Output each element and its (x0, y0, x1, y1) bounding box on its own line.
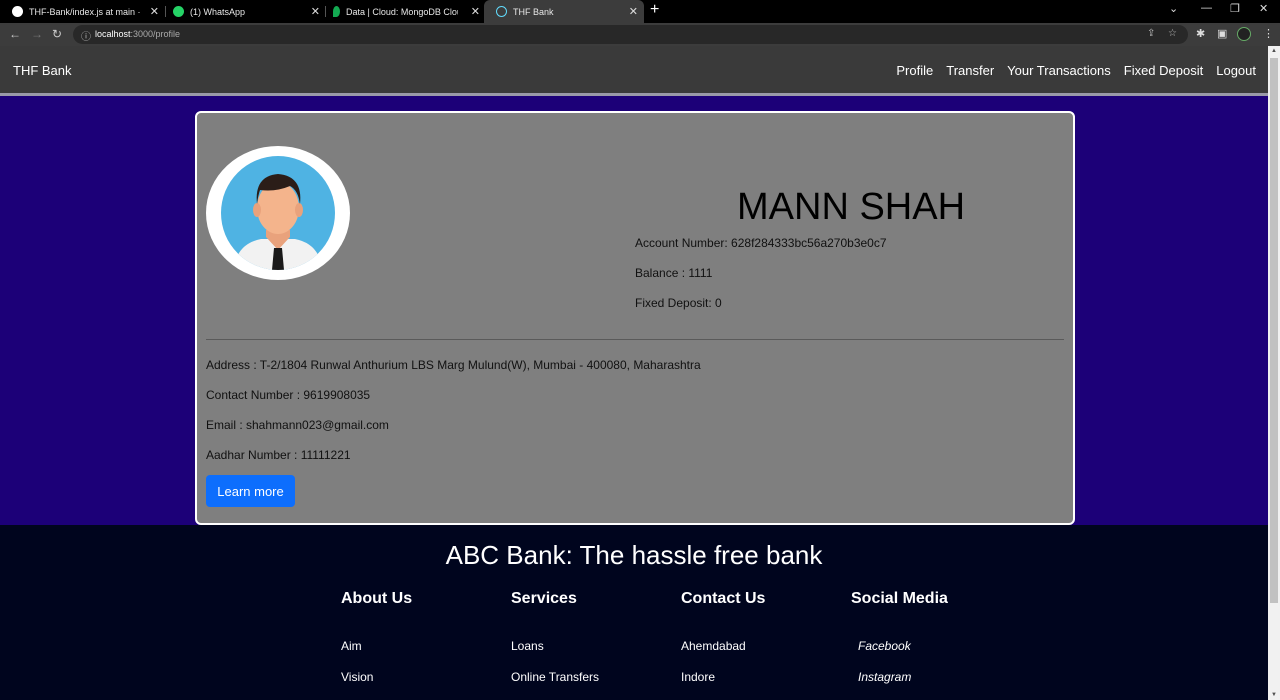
restore-icon[interactable]: ❐ (1230, 2, 1240, 15)
url-text: localhost:3000/profile (95, 29, 181, 39)
account-number: Account Number: 628f284333bc56a270b3e0c7 (635, 236, 887, 250)
footer-column-social: Social Media Facebook Instagram (851, 590, 948, 684)
tab-title: (1) WhatsApp (190, 6, 246, 17)
scroll-up-arrow-icon[interactable]: ▲ (1271, 48, 1277, 54)
brand-logo[interactable]: THF Bank (13, 63, 72, 78)
mongodb-icon (333, 6, 340, 17)
close-icon[interactable]: ✕ (629, 5, 638, 18)
footer-column-services: Services Loans Online Transfers (511, 590, 599, 684)
footer-heading: Services (511, 590, 577, 607)
new-tab-icon[interactable]: + (650, 1, 659, 19)
email: Email : shahmann023@gmail.com (206, 418, 389, 432)
menu-kebab-icon[interactable]: ⋮ (1263, 27, 1274, 40)
nav-link-transactions[interactable]: Your Transactions (1007, 63, 1111, 78)
user-avatar-illustration (221, 156, 335, 270)
avatar (206, 146, 350, 280)
address: Address : T-2/1804 Runwal Anthurium LBS … (206, 358, 701, 372)
divider (206, 339, 1064, 340)
forward-icon[interactable]: → (31, 27, 43, 41)
close-icon[interactable]: ✕ (311, 5, 320, 18)
tab-mongodb[interactable]: Data | Cloud: MongoDB Cloud ✕ (321, 0, 486, 23)
footer-link-online-transfers[interactable]: Online Transfers (511, 670, 599, 684)
nav-link-fixed-deposit[interactable]: Fixed Deposit (1124, 63, 1203, 78)
nav-link-logout[interactable]: Logout (1216, 63, 1256, 78)
site-info-icon[interactable]: ⓘ (81, 28, 91, 43)
window-close-icon[interactable]: ✕ (1259, 2, 1268, 15)
browser-toolbar: ← → ↻ ⓘ localhost:3000/profile ⇪ ☆ ✱ ▣ ⋮ (0, 23, 1280, 46)
minimize-icon[interactable]: — (1201, 2, 1212, 14)
tab-whatsapp[interactable]: (1) WhatsApp ✕ (161, 0, 326, 23)
footer-link-facebook[interactable]: Facebook (858, 639, 911, 653)
fixed-deposit: Fixed Deposit: 0 (635, 296, 722, 310)
profile-name: MANN SHAH (737, 186, 966, 228)
extensions-icon[interactable]: ✱ (1196, 27, 1205, 40)
github-icon (12, 6, 23, 17)
footer-link-indore[interactable]: Indore (681, 670, 715, 684)
browser-tab-strip: THF-Bank/index.js at main · Parth ✕ (1) … (0, 0, 1280, 23)
footer-link-vision[interactable]: Vision (341, 670, 373, 684)
scroll-down-arrow-icon[interactable]: ▼ (1271, 692, 1277, 698)
close-icon[interactable]: ✕ (150, 5, 159, 18)
footer-link-ahemdabad[interactable]: Ahemdabad (681, 639, 746, 653)
tab-title: THF-Bank/index.js at main · Parth (29, 6, 141, 17)
footer-heading: About Us (341, 590, 413, 607)
footer-link-instagram[interactable]: Instagram (858, 670, 911, 684)
site-navbar: THF Bank Profile Transfer Your Transacti… (0, 46, 1268, 96)
bookmark-star-icon[interactable]: ☆ (1168, 28, 1177, 39)
whatsapp-icon (173, 6, 184, 17)
profile-avatar-icon[interactable] (1237, 27, 1251, 41)
profile-card: MANN SHAH Account Number: 628f284333bc56… (195, 111, 1075, 525)
footer-column-contact: Contact Us Ahemdabad Indore (681, 590, 766, 684)
footer-title: ABC Bank: The hassle free bank (445, 540, 823, 570)
aadhar-number: Aadhar Number : 11111221 (206, 448, 351, 462)
tab-github[interactable]: THF-Bank/index.js at main · Parth ✕ (0, 0, 165, 23)
footer-link-loans[interactable]: Loans (511, 639, 544, 653)
nav-link-profile[interactable]: Profile (896, 63, 933, 78)
learn-more-button[interactable]: Learn more (206, 475, 295, 507)
close-icon[interactable]: ✕ (471, 5, 480, 18)
footer-heading: Social Media (851, 590, 948, 607)
react-icon (496, 6, 507, 17)
tab-thf-bank[interactable]: THF Bank ✕ (484, 0, 644, 23)
side-panel-icon[interactable]: ▣ (1217, 27, 1227, 40)
nav-link-transfer[interactable]: Transfer (946, 63, 994, 78)
back-icon[interactable]: ← (9, 27, 21, 41)
site-footer: ABC Bank: The hassle free bank About Us … (0, 525, 1268, 700)
tab-title: Data | Cloud: MongoDB Cloud (346, 6, 458, 17)
share-icon[interactable]: ⇪ (1147, 28, 1155, 39)
contact-number: Contact Number : 9619908035 (206, 388, 371, 402)
page-scrollbar[interactable]: ▲ ▼ (1268, 46, 1280, 700)
tab-title: THF Bank (513, 6, 554, 17)
scrollbar-thumb[interactable] (1270, 58, 1278, 603)
reload-icon[interactable]: ↻ (52, 27, 62, 41)
footer-link-aim[interactable]: Aim (341, 639, 362, 653)
balance: Balance : 1111 (635, 266, 713, 280)
footer-column-about: About Us Aim Vision (341, 590, 413, 684)
address-bar[interactable]: ⓘ localhost:3000/profile ⇪ ☆ (73, 25, 1188, 44)
footer-heading: Contact Us (681, 590, 766, 607)
nav-links: Profile Transfer Your Transactions Fixed… (896, 63, 1256, 78)
tab-search-icon[interactable]: ⌄ (1169, 2, 1178, 15)
